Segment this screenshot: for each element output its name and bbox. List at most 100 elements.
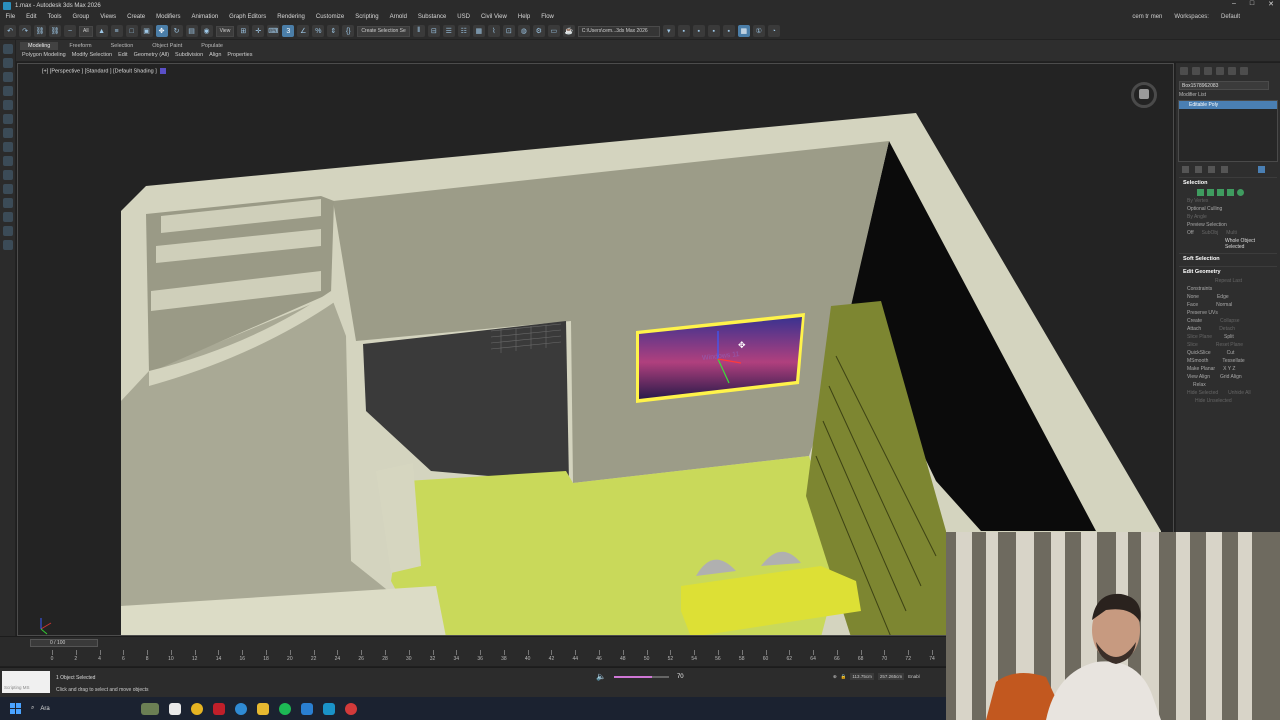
panel-properties[interactable]: Properties — [227, 52, 252, 58]
preview-multi-radio[interactable]: Multi — [1226, 230, 1237, 236]
xyz-buttons[interactable]: X Y Z — [1223, 366, 1235, 372]
align-icon[interactable]: ⊟ — [427, 25, 440, 37]
utilities-tab-icon[interactable] — [1240, 67, 1248, 75]
task-view-icon[interactable] — [169, 702, 181, 715]
detach-button[interactable]: Detach — [1219, 326, 1235, 332]
object-name-field[interactable]: Box1578962083 — [1179, 81, 1269, 90]
recorder-icon[interactable] — [345, 702, 357, 715]
shapes-tool-icon[interactable] — [2, 142, 13, 152]
menu-arnold[interactable]: Arnold — [384, 14, 412, 20]
vertex-mode-icon[interactable] — [1197, 189, 1204, 196]
quickslice-button[interactable]: QuickSlice — [1187, 350, 1211, 356]
constraint-none-radio[interactable]: None — [1187, 294, 1199, 300]
msmooth-button[interactable]: MSmooth — [1187, 358, 1208, 364]
create-tab-icon[interactable] — [1180, 67, 1188, 75]
scene-explorer-tool-icon[interactable] — [2, 44, 13, 54]
menu-scripting[interactable]: Scripting — [350, 14, 384, 20]
display-tool-icon[interactable] — [2, 86, 13, 96]
slice-plane-button[interactable]: Slice Plane — [1187, 334, 1212, 340]
motion-tab-icon[interactable] — [1216, 67, 1224, 75]
percent-snap-icon[interactable]: % — [312, 25, 325, 37]
lights-tool-icon[interactable] — [2, 156, 13, 166]
place-icon[interactable]: ◉ — [200, 25, 213, 37]
menu-rendering[interactable]: Rendering — [272, 14, 311, 20]
tessellate-button[interactable]: Tessellate — [1222, 358, 1244, 364]
split-checkbox[interactable]: Split — [1224, 334, 1234, 340]
systems-tool-icon[interactable] — [2, 212, 13, 222]
modifier-list-dropdown[interactable]: Modifier List — [1179, 92, 1277, 98]
hierarchy-tab-icon[interactable] — [1204, 67, 1212, 75]
preview-subobj-radio[interactable]: SubObj — [1202, 230, 1219, 236]
menu-views[interactable]: Views — [95, 14, 122, 20]
unhide-all-button[interactable]: Unhide All — [1228, 390, 1251, 396]
by-angle-checkbox[interactable]: By Angle — [1179, 213, 1277, 221]
menu-civil-view[interactable]: Civil View — [475, 14, 512, 20]
viewport-label[interactable]: [+] [Perspective ] [Standard ] [Default … — [42, 68, 166, 74]
volume-control[interactable]: 🔈 70 — [596, 672, 684, 681]
absolute-mode-icon[interactable]: ⊕ — [833, 674, 837, 680]
configure-sets-icon[interactable] — [1258, 166, 1265, 173]
cameras-tool-icon[interactable] — [2, 170, 13, 180]
menu-substance[interactable]: Substance — [412, 14, 451, 20]
select-by-name-icon[interactable]: ≡ — [110, 25, 123, 37]
display-tab-icon[interactable] — [1228, 67, 1236, 75]
project-path-field[interactable]: C:\Users\cem...3ds Max 2026 — [577, 25, 660, 37]
chrome-icon[interactable] — [191, 702, 203, 715]
hide-selected-button[interactable]: Hide Selected — [1187, 390, 1218, 396]
project-icon[interactable]: ▪ — [722, 25, 735, 37]
x-coordinate-field[interactable]: 113.75cm — [850, 673, 874, 680]
layer-tool-icon[interactable] — [2, 58, 13, 68]
workspace-dropdown[interactable]: Default — [1221, 14, 1240, 20]
modifier-stack[interactable]: Editable Poly — [1178, 100, 1278, 162]
menu-customize[interactable]: Customize — [310, 14, 349, 20]
undo-icon[interactable]: ↶ — [4, 25, 16, 37]
move-icon[interactable]: ✥ — [155, 25, 168, 37]
history-icon[interactable]: ◔ — [767, 25, 780, 37]
keyboard-shortcut-icon[interactable]: ⌨ — [267, 25, 280, 37]
menu-animation[interactable]: Animation — [186, 14, 224, 20]
panel-edit[interactable]: Edit — [118, 52, 127, 58]
mirror-icon[interactable]: ⫴ — [412, 25, 425, 37]
preview-off-radio[interactable]: Off — [1187, 230, 1194, 236]
speaker-icon[interactable]: 🔈 — [596, 672, 606, 681]
widgets-icon[interactable] — [141, 702, 159, 715]
edge-icon[interactable] — [235, 702, 247, 715]
render-setup-icon[interactable]: ⚙ — [532, 25, 545, 37]
import-icon[interactable]: ▪ — [692, 25, 705, 37]
border-mode-icon[interactable] — [1217, 189, 1224, 196]
3dsmax-icon[interactable] — [323, 702, 335, 715]
window-crossing-icon[interactable]: ▣ — [140, 25, 153, 37]
bind-space-warp-icon[interactable]: ~ — [64, 25, 76, 37]
angle-snap-icon[interactable]: ∠ — [297, 25, 310, 37]
maximize-button[interactable]: □ — [1250, 0, 1254, 8]
y-coordinate-field[interactable]: 257.265cm — [877, 673, 905, 680]
attach-button[interactable]: Attach — [1187, 326, 1201, 332]
open-file-icon[interactable]: ▾ — [662, 25, 675, 37]
link-icon[interactable]: ⛓ — [34, 25, 46, 37]
layer-explorer-icon[interactable]: ☷ — [457, 25, 470, 37]
modify-tab-icon[interactable] — [1192, 67, 1200, 75]
bones-tool-icon[interactable] — [2, 226, 13, 236]
panel-subdivision[interactable]: Subdivision — [175, 52, 203, 58]
rendered-frame-icon[interactable]: ▭ — [547, 25, 560, 37]
material-editor-icon[interactable]: ◍ — [517, 25, 530, 37]
select-object-icon[interactable]: ▲ — [95, 25, 108, 37]
menu-help[interactable]: Help — [512, 14, 535, 20]
shader-icon[interactable]: ① — [752, 25, 765, 37]
hide-unselected-button[interactable]: Hide Unselected — [1179, 397, 1277, 405]
menu-group[interactable]: Group — [67, 14, 95, 20]
reference-coord-dropdown[interactable]: View — [215, 25, 235, 37]
menu-create[interactable]: Create — [122, 14, 151, 20]
cut-button[interactable]: Cut — [1227, 350, 1235, 356]
minimize-button[interactable]: – — [1232, 0, 1236, 8]
tab-modeling[interactable]: Modeling — [20, 42, 59, 50]
menu-file[interactable]: File — [0, 14, 21, 20]
file-explorer-icon[interactable] — [257, 702, 269, 715]
track-bar[interactable]: 0 2 4 6 8 10 12 14 16 18 20 22 24 26 28 30 32 34 36 38 40 42 4… — [50, 650, 940, 666]
render-icon[interactable]: ☕ — [562, 25, 575, 37]
curve-editor-icon[interactable]: ⌇ — [487, 25, 500, 37]
windows-start-icon[interactable] — [10, 703, 21, 714]
opera-icon[interactable] — [213, 702, 225, 715]
toggle-ribbon-icon[interactable]: ▦ — [472, 25, 485, 37]
select-tool-icon[interactable] — [2, 72, 13, 82]
